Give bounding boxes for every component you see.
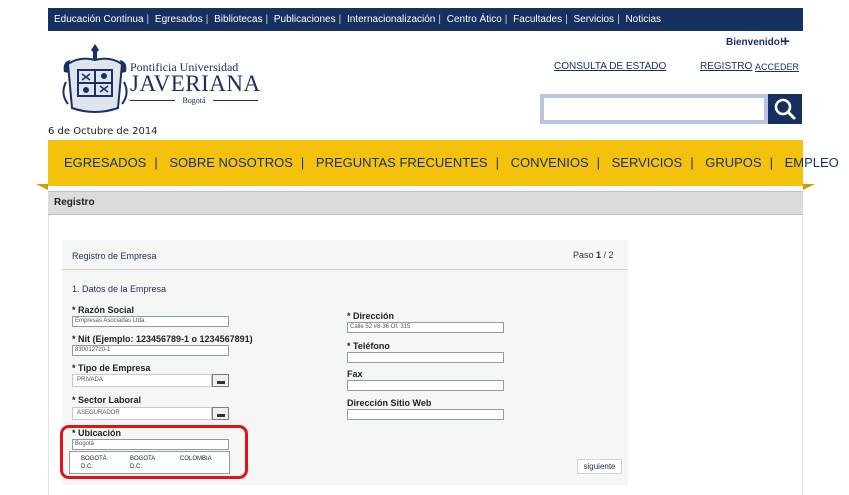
search-icon (774, 98, 796, 120)
topnav-separator: | (205, 14, 209, 25)
section-title-bar: Registro (48, 191, 803, 215)
topnav-link-egresados[interactable]: Egresados (155, 8, 203, 31)
nit-input[interactable]: 830012720-1 (72, 345, 229, 356)
topnav-link-servicios[interactable]: Servicios (573, 8, 614, 31)
nav-item-servicios[interactable]: SERVICIOS (612, 155, 683, 170)
form-section-title: 1. Datos de la Empresa (72, 284, 167, 294)
sitio-web-label: Dirección Sitio Web (347, 398, 432, 408)
nav-separator: | (495, 155, 499, 170)
razon-social-label: * Razón Social (72, 305, 135, 315)
step-indicator: Paso 1 / 2 (573, 250, 614, 260)
nav-separator: | (300, 155, 305, 170)
direccion-label: * Dirección (347, 311, 395, 321)
nav-separator: | (769, 155, 773, 170)
university-crest-icon (62, 44, 128, 113)
topnav-separator: | (504, 14, 508, 25)
registro-link[interactable]: REGISTRO (700, 61, 752, 72)
nav-item-empleo[interactable]: EMPLEO (785, 155, 839, 170)
nav-separator: | (154, 155, 158, 170)
plus-icon[interactable]: + (781, 33, 790, 50)
razon-social-input[interactable]: Empresas Asociadas Ltda. (72, 316, 229, 327)
nav-separator: | (596, 155, 601, 170)
topnav-link-educacion[interactable]: Educación Continua (54, 8, 144, 31)
sitio-web-input[interactable] (347, 409, 504, 420)
nav-ribbon-fold (36, 184, 48, 190)
nav-item-preguntas-frecuentes[interactable]: PREGUNTAS FRECUENTES (316, 155, 488, 170)
topnav-separator: | (617, 14, 620, 25)
logo-text-javeriana: JAVERIANA (130, 71, 261, 96)
search-button[interactable] (768, 94, 802, 124)
current-date: 6 de Octubre de 2014 (48, 126, 158, 137)
top-utility-bar: Educación Continua | Egresados | Bibliotec… (48, 8, 803, 31)
sector-laboral-select[interactable]: ASEGURADOR (72, 407, 212, 420)
direccion-input[interactable]: Calle 52 #8-36 Of. 315 (347, 322, 504, 333)
welcome-text: Bienvenido! (726, 37, 784, 48)
nav-ribbon-fold (803, 184, 815, 190)
chevron-down-icon (217, 381, 225, 384)
nav-item-sobre-nosotros[interactable]: SOBRE NOSOTROS (169, 155, 293, 170)
topnav-separator: | (265, 14, 269, 25)
topnav-separator: | (338, 14, 342, 25)
topnav-link-bibliotecas[interactable]: Bibliotecas (214, 8, 262, 31)
siguiente-button[interactable]: siguiente (577, 459, 622, 474)
telefono-label: * Teléfono (347, 341, 390, 351)
topnav-link-facultades[interactable]: Facultades (513, 8, 562, 31)
tipo-empresa-select[interactable]: PRIVADA (72, 374, 212, 387)
ubicacion-highlight-annotation (60, 425, 248, 479)
topnav-link-internacionalizacion[interactable]: Internacionalización (347, 8, 435, 31)
fax-label: Fax (347, 369, 363, 379)
tipo-empresa-dropdown-button[interactable] (212, 374, 229, 387)
consulta-estado-link[interactable]: CONSULTA DE ESTADO (554, 61, 666, 72)
telefono-input[interactable] (347, 352, 504, 363)
nav-item-grupos[interactable]: GRUPOS (705, 155, 761, 170)
fax-input[interactable] (347, 380, 504, 391)
topnav-separator: | (146, 14, 150, 25)
nav-item-convenios[interactable]: CONVENIOS (511, 155, 589, 170)
tipo-empresa-label: * Tipo de Empresa (72, 363, 151, 373)
topnav-link-publicaciones[interactable]: Publicaciones (274, 8, 336, 31)
topnav-link-centro-atico[interactable]: Centro Ático (447, 8, 502, 31)
topnav-separator: | (438, 14, 441, 25)
topnav-link-noticias[interactable]: Noticias (625, 8, 661, 31)
main-navigation: EGRESADOS | SOBRE NOSOTROS | PREGUNTAS FRE… (48, 140, 839, 186)
step-prefix: Paso (573, 250, 597, 260)
topnav-separator: | (565, 14, 568, 25)
acceder-link[interactable]: ACCEDER (755, 62, 799, 72)
step-total: / 2 (601, 250, 614, 260)
sector-laboral-dropdown-button[interactable] (212, 407, 229, 420)
nav-item-egresados[interactable]: EGRESADOS (64, 155, 146, 170)
nit-label: * Nit (Ejemplo: 123456789-1 o 1234567891… (72, 334, 253, 344)
university-logo[interactable]: Pontificia Universidad JAVERIANA Bogotá (60, 42, 260, 120)
nav-separator: | (690, 155, 694, 170)
logo-text-bogota: Bogotá (182, 96, 206, 105)
sector-laboral-label: * Sector Laboral (72, 395, 142, 405)
chevron-down-icon (217, 414, 225, 417)
search-input[interactable] (540, 94, 768, 124)
form-title: Registro de Empresa (72, 251, 157, 261)
